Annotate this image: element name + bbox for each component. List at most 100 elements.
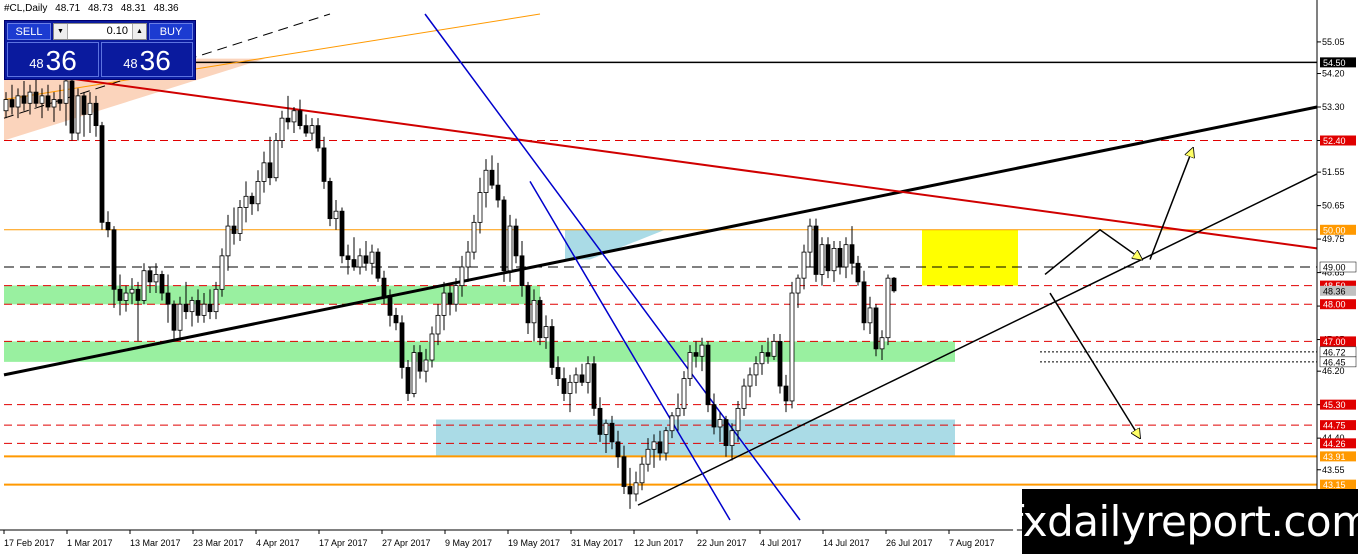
bull-candle-body <box>729 430 735 446</box>
candle <box>75 88 81 141</box>
price-tick-label: 55.05 <box>1322 37 1345 47</box>
bear-candle-body <box>105 221 111 231</box>
candle <box>561 367 567 401</box>
price-axis: 55.0554.2053.3052.4051.5550.6549.7548.85… <box>1316 0 1357 530</box>
bull-candle-body <box>807 225 813 253</box>
bear-candle-body <box>69 80 75 134</box>
bear-candle-body <box>339 210 345 257</box>
bull-candle-body <box>255 181 261 205</box>
candle <box>405 360 411 401</box>
bear-candle-body <box>147 270 153 283</box>
bear-candle-body <box>513 225 519 257</box>
bull-candle-body <box>201 303 207 316</box>
price-tag-label: 48.00 <box>1323 300 1346 310</box>
bull-candle-body <box>843 244 849 268</box>
candle <box>465 240 471 282</box>
time-tick-label: 17 Apr 2017 <box>319 538 368 548</box>
bull-candle-body <box>3 99 9 112</box>
bear-candle-body <box>657 441 663 454</box>
bull-candle-body <box>465 251 471 268</box>
bear-candle-body <box>315 125 321 149</box>
bear-candle-body <box>399 322 405 368</box>
bull-candle-body <box>879 337 885 350</box>
bear-candle-body <box>489 169 495 186</box>
candle <box>483 159 489 208</box>
bull-candle-body <box>141 270 147 301</box>
lot-decrease-icon[interactable]: ▼ <box>54 24 68 39</box>
bear-candle-body <box>519 255 525 287</box>
candle <box>81 92 87 137</box>
bear-candle-body <box>183 303 189 313</box>
candle <box>633 471 639 502</box>
price-tick-label: 50.65 <box>1322 201 1345 211</box>
time-tick-label: 22 Jun 2017 <box>697 538 747 548</box>
candle <box>231 207 237 245</box>
chart-window[interactable]: 55.0554.2053.3052.4051.5550.6549.7548.85… <box>0 0 1358 554</box>
candle <box>855 255 861 286</box>
candle <box>573 367 579 394</box>
ohlc-high: 48.73 <box>87 3 113 14</box>
bear-candle-body <box>609 422 615 443</box>
chart-symbol: #CL,Daily <box>4 3 48 14</box>
bull-candle-body <box>687 352 693 380</box>
bear-candle-body <box>345 255 351 260</box>
lot-increase-icon[interactable]: ▲ <box>132 24 146 39</box>
time-tick-label: 4 Apr 2017 <box>256 538 300 548</box>
bear-candle-body <box>537 300 543 339</box>
candle <box>249 192 255 215</box>
bear-candle-body <box>855 262 861 283</box>
bear-candle-body <box>861 281 867 324</box>
bull-candle-body <box>867 307 873 324</box>
price-tick-label: 46.20 <box>1322 366 1345 376</box>
sell-button[interactable]: SELL <box>7 23 51 40</box>
price-chart[interactable]: 55.0554.2053.3052.4051.5550.6549.7548.85… <box>0 0 1358 554</box>
candle <box>627 467 633 509</box>
candle <box>297 99 303 130</box>
time-tick-label: 19 May 2017 <box>508 538 560 548</box>
bull-candle-body <box>639 463 645 484</box>
buy-button[interactable]: BUY <box>149 23 193 40</box>
bull-candle-body <box>153 274 159 283</box>
bear-candle-body <box>837 247 843 268</box>
bull-candle-body <box>291 110 297 123</box>
zone-yellow-box <box>922 229 1018 286</box>
candle <box>117 274 123 316</box>
candle <box>495 162 501 208</box>
candle <box>393 307 399 331</box>
bull-candle-body <box>483 169 489 193</box>
bear-candle-body <box>327 181 333 220</box>
price-tag-label: 44.75 <box>1323 421 1346 431</box>
candle <box>309 118 315 141</box>
bear-candle-body <box>813 225 819 275</box>
bear-candle-body <box>417 352 423 372</box>
lot-size-value: 0.10 <box>106 25 128 37</box>
bear-candle-body <box>891 277 897 292</box>
candle <box>339 207 345 264</box>
bear-candle-body <box>111 229 117 290</box>
bear-candle-body <box>693 352 699 357</box>
projection-arrow-up <box>1149 148 1193 260</box>
bull-candle-body <box>213 288 219 313</box>
price-tag-label: 46.72 <box>1323 347 1346 357</box>
ask-price[interactable]: 48 36 <box>101 42 193 77</box>
chart-header: #CL,Daily 48.71 48.73 48.31 48.36 <box>4 3 184 14</box>
candle <box>321 136 327 189</box>
bear-candle-body <box>351 259 357 268</box>
bid-price[interactable]: 48 36 <box>7 42 99 77</box>
candle <box>357 248 363 275</box>
bear-candle-body <box>117 288 123 301</box>
zone-light-blue-upper <box>565 229 665 260</box>
one-click-trade-panel: SELL ▼ 0.10 ▲ BUY 48 36 48 36 <box>4 20 196 80</box>
plot-area <box>3 13 1318 521</box>
lot-size-input[interactable]: ▼ 0.10 ▲ <box>53 23 147 40</box>
candle <box>165 274 171 323</box>
candle <box>681 371 687 416</box>
candle <box>105 211 111 238</box>
bull-candle-body <box>333 210 339 220</box>
candle <box>885 274 891 346</box>
candle <box>285 95 291 130</box>
bull-candle-body <box>441 292 447 316</box>
candle <box>291 107 297 134</box>
candle <box>861 270 867 331</box>
candle <box>813 218 819 282</box>
